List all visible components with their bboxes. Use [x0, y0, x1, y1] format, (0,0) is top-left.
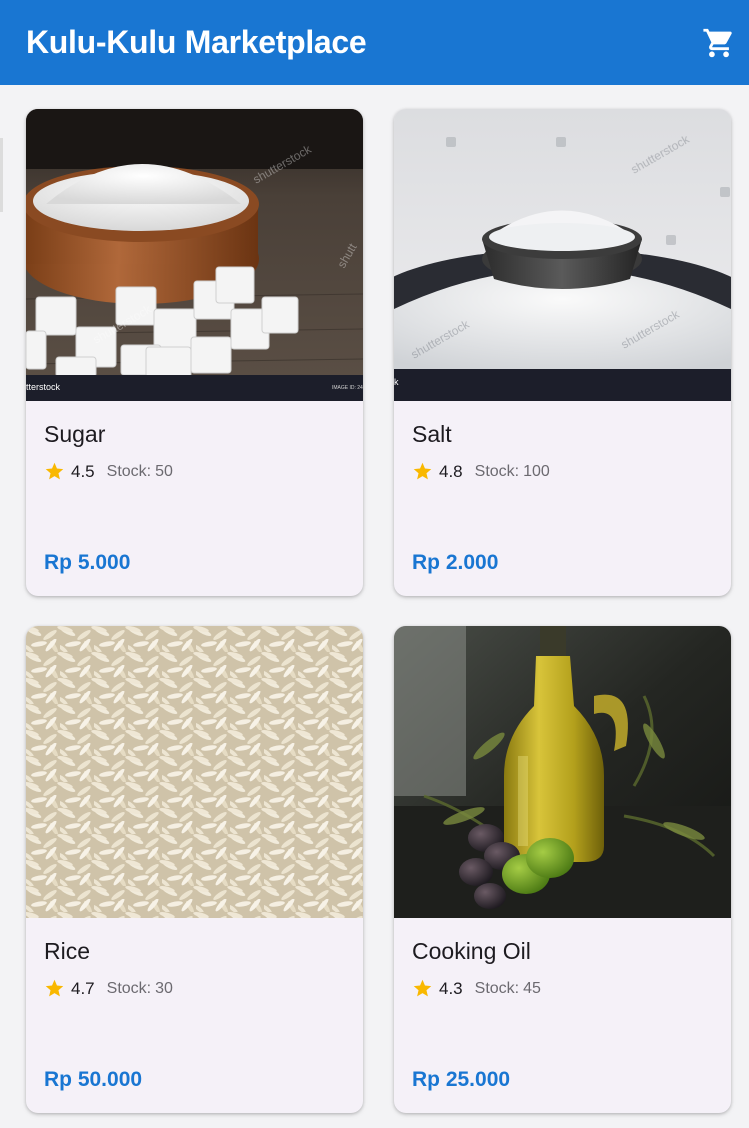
rating-value: 4.7 [71, 978, 95, 998]
star-icon [412, 461, 433, 482]
product-card-cooking-oil[interactable]: Cooking Oil 4.3 Stock: 45 Rp 25.000 [394, 626, 731, 1113]
product-name: Rice [44, 938, 91, 964]
svg-text:IMAGE ID: 2461: IMAGE ID: 2461 [332, 385, 363, 391]
stock-value: 45 [523, 979, 541, 997]
shopping-cart-icon [702, 26, 736, 60]
cart-button[interactable] [691, 15, 747, 71]
stock-value: 30 [155, 979, 173, 997]
app-title: Kulu-Kulu Marketplace [26, 24, 367, 60]
stock-label: Stock: [106, 462, 152, 480]
product-price: Rp 50.000 [44, 1068, 143, 1091]
svg-text:tterstock: tterstock [26, 382, 61, 392]
star-icon [44, 461, 65, 482]
star-icon [412, 978, 433, 999]
product-meta: 4.8 Stock: 100 [412, 461, 550, 482]
app-bar: Kulu-Kulu Marketplace [0, 0, 749, 85]
card-body: Salt 4.8 Stock: 100 Rp 2.000 [394, 401, 731, 596]
product-price: Rp 5.000 [44, 551, 131, 574]
rating-value: 4.5 [71, 461, 95, 481]
card-body: Rice 4.7 Stock: 30 Rp 50.000 [26, 918, 363, 1113]
sugar-image: tterstock IMAGE ID: 2461 shutterstock sh… [26, 109, 363, 401]
card-body: Sugar 4.5 Stock: 50 Rp 5.000 [26, 401, 363, 596]
salt-image: k shutterstock shutterstock shutterstock [394, 109, 731, 401]
cooking-oil-image [394, 626, 731, 918]
rice-image [26, 626, 363, 918]
product-name: Sugar [44, 421, 106, 447]
star-icon [44, 978, 65, 999]
product-meta: 4.3 Stock: 45 [412, 978, 541, 999]
stock-label: Stock: [474, 462, 520, 480]
stock-label: Stock: [106, 979, 152, 997]
product-card-rice[interactable]: Rice 4.7 Stock: 30 Rp 50.000 [26, 626, 363, 1113]
svg-text:k: k [394, 377, 399, 387]
stock-value: 100 [523, 462, 550, 480]
rating-value: 4.8 [439, 461, 463, 481]
product-name: Salt [412, 421, 452, 447]
scroll-edge [0, 138, 3, 212]
product-price: Rp 25.000 [412, 1068, 511, 1091]
stock-value: 50 [155, 462, 173, 480]
product-meta: 4.7 Stock: 30 [44, 978, 173, 999]
product-card-sugar[interactable]: tterstock IMAGE ID: 2461 shutterstock sh… [26, 109, 363, 596]
stock-label: Stock: [474, 979, 520, 997]
product-meta: 4.5 Stock: 50 [44, 461, 173, 482]
product-card-salt[interactable]: k shutterstock shutterstock shutterstock… [394, 109, 731, 596]
product-price: Rp 2.000 [412, 551, 499, 574]
rating-value: 4.3 [439, 978, 463, 998]
product-grid: tterstock IMAGE ID: 2461 shutterstock sh… [26, 109, 731, 1113]
card-body: Cooking Oil 4.3 Stock: 45 Rp 25.000 [394, 918, 731, 1113]
product-name: Cooking Oil [412, 938, 531, 964]
